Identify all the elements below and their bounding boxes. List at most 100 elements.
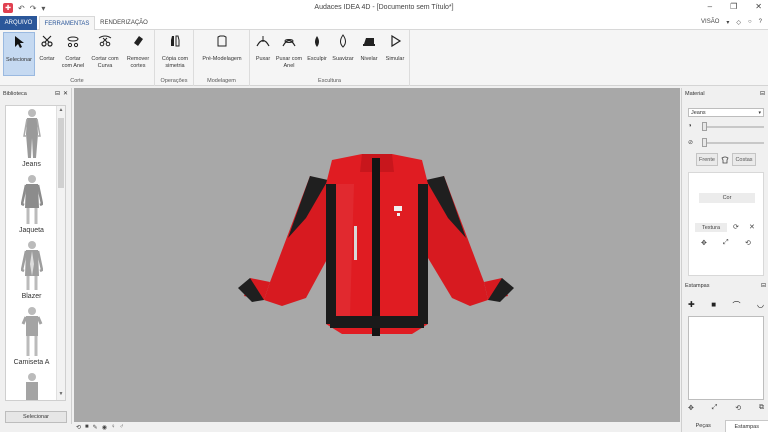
material-select[interactable]: Jeans ▾	[688, 108, 764, 117]
maximize-button[interactable]: ❐	[730, 2, 737, 11]
library-item-label: Jaqueta	[19, 227, 44, 234]
puxar-button[interactable]: Puxar	[252, 32, 274, 76]
pull-ring-icon	[282, 34, 296, 48]
symmetry-icon	[168, 34, 182, 48]
cursor-icon	[12, 35, 26, 49]
pen-tool-icon[interactable]: ✎	[93, 424, 98, 431]
move-icon[interactable]: ✥	[688, 404, 694, 412]
quick-access-more-icon[interactable]: ▾	[41, 4, 45, 13]
cortar-button[interactable]: Cortar	[36, 32, 58, 76]
cortar-com-curva-button[interactable]: Cortar com Curva	[88, 32, 122, 76]
delete-stamp-icon[interactable]: ■	[711, 300, 716, 311]
copia-com-simetria-button[interactable]: Cópia com simetria	[158, 32, 192, 76]
suavizar-button[interactable]: Suavizar	[330, 32, 356, 76]
selecionar-button[interactable]: Selecionar	[3, 32, 35, 76]
refresh-icon[interactable]: ⟳	[733, 223, 739, 231]
scroll-up-icon[interactable]: ▲	[57, 107, 65, 115]
visibility-slider[interactable]: ⊘	[688, 138, 764, 148]
next-thumbnail	[25, 373, 38, 400]
scroll-down-icon[interactable]: ▼	[57, 391, 65, 399]
cortar-com-anel-label: Cortar com Anel	[61, 56, 85, 69]
stamps-list[interactable]	[688, 316, 764, 400]
tab-renderizacao[interactable]: RENDERIZAÇÃO	[100, 16, 148, 30]
ribbon-group-corte: Selecionar Cortar Cortar com Anel Cortar…	[0, 30, 155, 86]
esculpir-label: Esculpir	[307, 56, 327, 62]
diamond-icon[interactable]: ◇	[736, 19, 741, 26]
mannequin-icon[interactable]: ♂	[119, 424, 124, 430]
remove-texture-icon[interactable]: ✕	[749, 223, 755, 231]
library-select-button[interactable]: Selecionar	[5, 411, 67, 423]
undo-icon[interactable]: ↶	[18, 4, 25, 13]
frente-button[interactable]: Frente	[696, 153, 718, 166]
slider-track	[702, 142, 764, 144]
costas-button[interactable]: Costas	[732, 153, 756, 166]
tab-estampas[interactable]: Estampas	[724, 420, 768, 432]
figure-icon[interactable]: ♀	[111, 424, 116, 430]
circle-icon[interactable]: ○	[748, 19, 752, 26]
panel-pin-icon[interactable]: ⊟	[55, 90, 60, 97]
audaces-logo-icon[interactable]: ✚	[3, 3, 13, 13]
add-stamp-icon[interactable]: ✚	[688, 300, 695, 311]
tab-ferramentas[interactable]: FERRAMENTAS	[39, 16, 95, 31]
library-item-label: Camiseta A	[13, 359, 50, 366]
smooth-icon	[336, 34, 350, 48]
view-rotate-icon[interactable]: ⟲	[76, 424, 81, 431]
rotate-icon[interactable]: ⟲	[735, 404, 741, 412]
tab-pecas[interactable]: Peças	[682, 420, 725, 432]
close-button[interactable]: ✕	[755, 2, 762, 11]
title-bar: ✚ ↶ ↷ ▾ Audaces IDEA 4D - [Documento sem…	[0, 0, 768, 16]
slider-thumb[interactable]	[702, 122, 707, 131]
group-label-operacoes: Operações	[160, 78, 188, 84]
material-panel: Material ⊟ Jeans ▾ ◑ ⊘ Frente Costas Cor…	[681, 88, 768, 432]
arc-up-icon[interactable]: ⌒	[733, 300, 741, 311]
tab-arquivo[interactable]: ARQUIVO	[0, 16, 37, 30]
play-icon	[388, 34, 402, 48]
simular-button[interactable]: Simular	[382, 32, 408, 76]
panel-close-icon[interactable]: ✕	[63, 90, 68, 97]
library-item-next[interactable]	[6, 370, 57, 400]
chevron-down-icon: ▾	[758, 110, 761, 116]
group-label-corte: Corte	[70, 78, 84, 84]
visao-dropdown-icon[interactable]: ▾	[726, 19, 729, 26]
minimize-button[interactable]: –	[708, 2, 712, 11]
group-label-modelagem: Modelagem	[207, 78, 236, 84]
color-button[interactable]: Cor	[699, 193, 755, 203]
library-item-jeans[interactable]: Jeans	[6, 106, 57, 172]
remover-cortes-button[interactable]: Remover cortes	[123, 32, 153, 76]
jacket-pocket-zip	[354, 226, 357, 260]
panel-pin-icon[interactable]: ⊟	[761, 282, 766, 289]
remover-cortes-label: Remover cortes	[126, 56, 150, 69]
esculpir-button[interactable]: Esculpir	[305, 32, 329, 76]
chest-badge	[397, 213, 400, 216]
scale-icon[interactable]: ⤢	[723, 239, 729, 247]
visao-menu[interactable]: VISÃO	[701, 19, 719, 26]
nivelar-button[interactable]: Nivelar	[357, 32, 381, 76]
slider-track	[702, 126, 764, 128]
scroll-thumb[interactable]	[58, 118, 64, 188]
globe-icon[interactable]: ◉	[102, 424, 107, 431]
rotate-icon[interactable]: ⟲	[745, 239, 751, 247]
panel-pin-icon[interactable]: ⊟	[760, 90, 765, 97]
texture-button[interactable]: Textura	[695, 223, 727, 232]
arc-down-icon[interactable]: ◡	[757, 300, 764, 311]
library-scrollbar[interactable]: ▲ ▼	[56, 106, 65, 400]
copy-icon[interactable]: ⧉	[759, 404, 764, 412]
move-icon[interactable]: ✥	[701, 239, 707, 247]
nivelar-label: Nivelar	[360, 56, 378, 62]
help-icon[interactable]: ?	[759, 19, 762, 26]
library-item-blazer[interactable]: Blazer	[6, 238, 57, 304]
redo-icon[interactable]: ↷	[30, 4, 37, 13]
cortar-com-anel-button[interactable]: Cortar com Anel	[58, 32, 88, 76]
jacket-model	[238, 154, 514, 336]
camera-icon[interactable]: ■	[85, 424, 89, 430]
3d-viewport[interactable]	[74, 88, 680, 422]
eraser-icon	[131, 34, 145, 48]
library-item-camiseta-a[interactable]: Camiseta A	[6, 304, 57, 370]
slider-thumb[interactable]	[702, 138, 707, 147]
brightness-slider[interactable]: ◑	[688, 122, 764, 132]
scale-icon[interactable]: ⤢	[712, 404, 718, 412]
library-item-jaqueta[interactable]: Jaqueta	[6, 172, 57, 238]
puxar-com-anel-button[interactable]: Puxar com Anel	[274, 32, 304, 76]
pre-modelagem-button[interactable]: Pré-Modelagem	[198, 32, 246, 76]
quick-access-toolbar: ✚ ↶ ↷ ▾	[0, 3, 45, 13]
